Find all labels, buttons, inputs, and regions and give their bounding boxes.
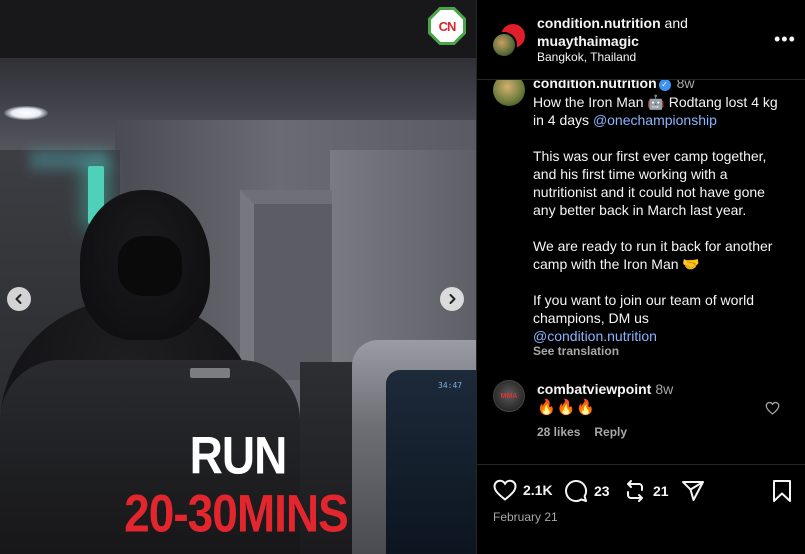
save-button[interactable] (772, 479, 798, 503)
comment-like-button[interactable] (765, 401, 780, 419)
share-button[interactable] (681, 479, 711, 503)
mention-link[interactable]: @onechampionship (593, 112, 717, 128)
treadmill-display (190, 368, 230, 378)
action-bar: 2.1K 23 21 February 21 (477, 464, 805, 554)
comment-button[interactable]: 23 (564, 479, 610, 503)
more-options-icon[interactable]: ••• (774, 30, 796, 48)
repost-icon (627, 480, 643, 502)
reply-button[interactable]: Reply (594, 425, 627, 439)
avatar[interactable]: MMA (493, 380, 525, 412)
caption-header: condition.nutrition ✓ 8w (533, 80, 695, 91)
username-link[interactable]: muaythaimagic (537, 33, 639, 49)
collab-avatars[interactable] (491, 24, 527, 60)
see-translation-button[interactable]: See translation (533, 344, 619, 358)
and-text: and (664, 15, 688, 31)
hooded-figure-face (118, 236, 182, 296)
avatar (491, 32, 517, 58)
chevron-left-icon (15, 294, 22, 304)
like-count: 2.1K (523, 482, 553, 498)
brand-logo-text: CN (431, 10, 463, 42)
location-link[interactable]: Bangkok, Thailand (537, 50, 636, 64)
caption-text: We are ready to run it back for another … (533, 238, 773, 272)
video-caption-line-1: RUN (189, 425, 288, 485)
heart-icon (493, 479, 517, 501)
mention-link[interactable]: @condition.nutrition (533, 328, 657, 344)
post-side-panel: condition.nutrition and muaythaimagic Ba… (476, 0, 805, 554)
like-button[interactable]: 2.1K (493, 479, 553, 501)
post-media[interactable]: 34:47 CN RUN 20-30MINS (0, 0, 476, 554)
post-caption: How the Iron Man 🤖 Rodtang lost 4 kg in … (533, 93, 779, 345)
avatar-text: MMA (500, 392, 518, 400)
video-caption-line-2: 20-30MINS (124, 483, 349, 543)
caption-text: If you want to join our team of world ch… (533, 292, 754, 326)
username-link[interactable]: condition.nutrition (537, 15, 661, 31)
comment-icon (565, 480, 588, 502)
comment-header: combatviewpoint 8w (537, 381, 673, 397)
collab-usernames: condition.nutrition and muaythaimagic (537, 14, 757, 50)
post-header: condition.nutrition and muaythaimagic Ba… (477, 0, 805, 80)
repost-count: 21 (653, 483, 669, 499)
caption-text: This was our first ever camp together, a… (533, 148, 767, 218)
bookmark-icon (773, 480, 791, 502)
post-date[interactable]: February 21 (493, 510, 558, 524)
treadmill-screen-readout: 34:47 (438, 381, 463, 390)
carousel-next-button[interactable] (440, 287, 464, 311)
carousel-prev-button[interactable] (7, 287, 31, 311)
share-icon (682, 481, 704, 501)
timestamp: 8w (676, 80, 695, 91)
avatar[interactable] (493, 80, 525, 106)
username-link[interactable]: combatviewpoint (537, 381, 651, 397)
comment-text: 🔥🔥🔥 (537, 399, 597, 416)
comment-likes-count[interactable]: 28 likes (537, 425, 580, 439)
comment-count: 23 (594, 483, 610, 499)
chevron-right-icon (449, 294, 456, 304)
repost-button[interactable]: 21 (623, 479, 669, 503)
username-link[interactable]: condition.nutrition (533, 80, 657, 91)
comment-meta: 28 likes Reply (537, 425, 641, 439)
comments-section[interactable]: condition.nutrition ✓ 8w How the Iron Man … (477, 80, 805, 464)
scene-door-frame (240, 190, 332, 380)
verified-badge-icon: ✓ (658, 80, 671, 91)
timestamp: 8w (655, 381, 674, 397)
scene-ceiling-dark (0, 0, 476, 58)
ceiling-light (4, 106, 48, 120)
brand-logo: CN (428, 7, 466, 45)
heart-icon (765, 401, 780, 415)
